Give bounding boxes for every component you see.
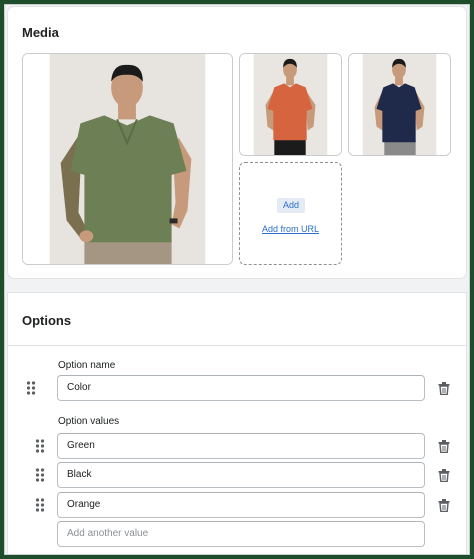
trash-icon[interactable] — [438, 469, 450, 482]
trash-icon[interactable] — [438, 499, 450, 512]
media-title: Media — [22, 25, 59, 40]
drag-handle-icon[interactable] — [35, 439, 45, 453]
option-value-input[interactable]: Orange — [57, 492, 425, 518]
orange-polo-image — [240, 54, 341, 155]
app-window: Media Add Add from URL Options Option na… — [4, 4, 470, 555]
options-title: Options — [22, 313, 72, 328]
option-name-label: Option name — [58, 360, 116, 371]
option-name-input[interactable]: Color — [57, 375, 425, 401]
drag-handle-icon[interactable] — [35, 468, 45, 482]
option-value-input[interactable]: Green — [57, 433, 425, 459]
drag-handle-icon[interactable] — [26, 381, 36, 395]
add-media-button[interactable]: Add — [277, 198, 305, 213]
green-polo-image — [23, 54, 232, 264]
media-image-green[interactable] — [22, 53, 233, 265]
media-card: Media Add Add from URL — [8, 7, 466, 278]
media-image-navy[interactable] — [348, 53, 451, 156]
add-from-url-link[interactable]: Add from URL — [240, 224, 341, 234]
option-value-input[interactable]: Black — [57, 462, 425, 488]
add-another-value-input[interactable]: Add another value — [57, 521, 425, 547]
navy-polo-image — [349, 54, 450, 155]
trash-icon[interactable] — [438, 440, 450, 453]
media-image-orange[interactable] — [239, 53, 342, 156]
options-card: Options Option name Color Option values — [8, 293, 466, 554]
option-values-label: Option values — [58, 416, 120, 427]
options-divider — [8, 345, 466, 346]
media-dropzone[interactable]: Add Add from URL — [239, 162, 342, 265]
drag-handle-icon[interactable] — [35, 498, 45, 512]
trash-icon[interactable] — [438, 382, 450, 395]
